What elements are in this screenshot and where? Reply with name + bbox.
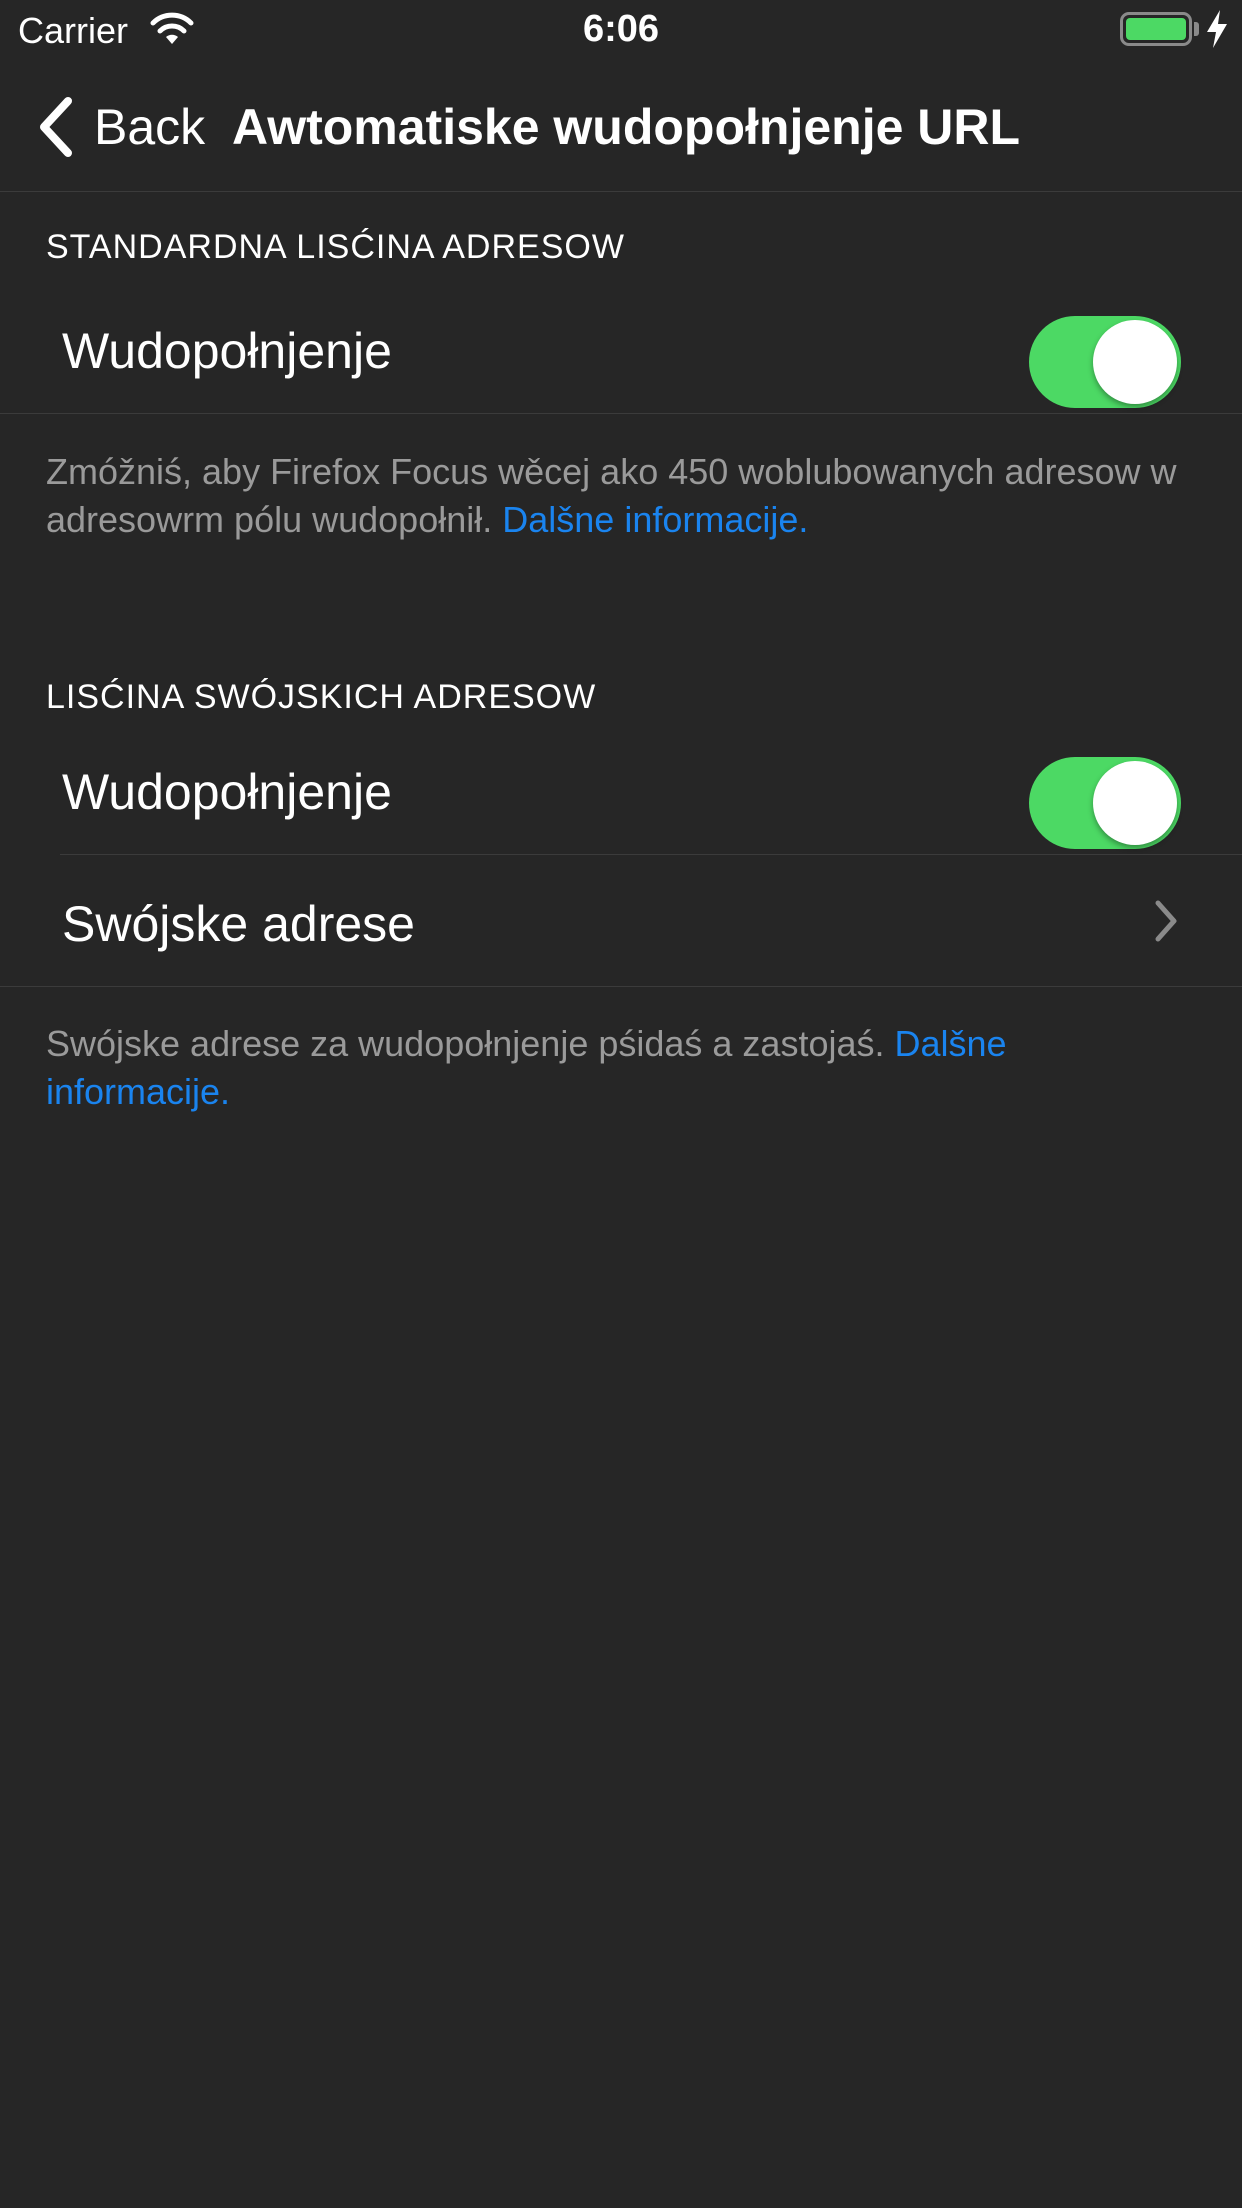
learn-more-link-standard[interactable]: Dalšne informacije. [502, 499, 808, 540]
section-header-standard-list: STANDARDNA LISĆINA ADRESOW [46, 228, 625, 266]
separator [0, 413, 1242, 414]
row-standard-autocomplete: Wudopołnjenje [0, 282, 1242, 414]
back-button[interactable]: Back [36, 94, 205, 160]
section-footer-standard-list: Zmóžniś, aby Firefox Focus wěcej ako 450… [46, 448, 1196, 544]
toggle-knob [1093, 761, 1177, 845]
battery-fill [1126, 18, 1186, 40]
navigation-bar: Back Awtomatiske wudopołnjenje URL [0, 60, 1242, 192]
battery-icon [1120, 12, 1192, 46]
standard-autocomplete-toggle[interactable] [1029, 316, 1181, 408]
back-label: Back [94, 99, 206, 155]
row-label: Wudopołnjenje [62, 323, 392, 379]
toggle-knob [1093, 320, 1177, 404]
separator [0, 986, 1242, 987]
charging-bolt-icon [1207, 10, 1227, 48]
battery-tip [1194, 22, 1199, 36]
status-bar: Carrier 6:06 [0, 0, 1242, 60]
custom-autocomplete-toggle[interactable] [1029, 757, 1181, 849]
section-header-custom-list: LISĆINA SWÓJSKICH ADRESOW [46, 678, 597, 716]
page-title: Awtomatiske wudopołnjenje URL [232, 99, 1021, 155]
row-custom-urls[interactable]: Swójske adrese [0, 855, 1242, 987]
row-custom-autocomplete: Wudopołnjenje [0, 723, 1242, 855]
status-time: 6:06 [582, 8, 660, 50]
footer-description: Swójske adrese za wudopołnjenje pśidaś a… [46, 1023, 885, 1064]
chevron-right-icon [1155, 900, 1177, 942]
section-footer-custom-list: Swójske adrese za wudopołnjenje pśidaś a… [46, 1020, 1196, 1116]
back-chevron-icon [40, 97, 72, 157]
row-label: Wudopołnjenje [62, 764, 392, 820]
row-label: Swójske adrese [62, 896, 415, 952]
